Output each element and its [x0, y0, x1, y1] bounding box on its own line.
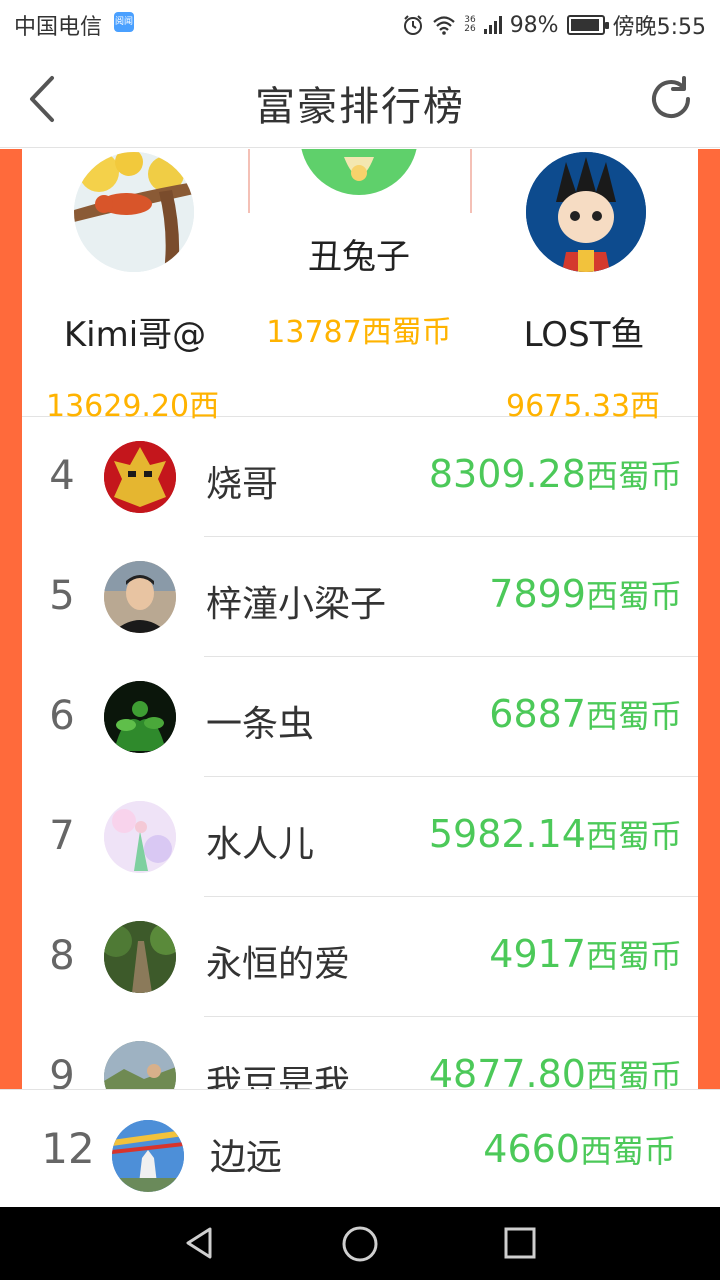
list-item[interactable]: 9 我豆是我 4877.80西蜀币	[22, 1017, 698, 1089]
nav-home-icon[interactable]	[341, 1225, 379, 1263]
forest-path-avatar-icon	[104, 921, 176, 993]
rank-number: 8	[49, 933, 75, 979]
man-photo-avatar-icon	[104, 561, 176, 633]
avatar[interactable]	[104, 561, 176, 633]
my-rank-number: 12	[41, 1124, 95, 1173]
podium-first-name: 丑兔子	[308, 237, 410, 277]
rank-number: 7	[49, 813, 75, 859]
ranking-panel: 丑兔子 13787西蜀币 Kimi哥@ 13629.20西 LOST鱼 9675…	[22, 149, 698, 1089]
frame-border-right	[698, 149, 720, 1089]
rank-number: 6	[49, 693, 75, 739]
avatar[interactable]	[104, 441, 176, 513]
status-bar: 中国电信 阅闻 36 26 98% 傍晚5:55	[0, 0, 720, 50]
user-name: 水人儿	[206, 824, 315, 865]
signal-icon	[483, 16, 502, 34]
avatar[interactable]	[104, 681, 176, 753]
avatar[interactable]	[104, 921, 176, 993]
avatar-third[interactable]	[526, 152, 646, 272]
alarm-icon	[404, 15, 423, 35]
avatar[interactable]	[104, 1041, 176, 1089]
list-item[interactable]: 4 烧哥 8309.28西蜀币	[22, 417, 698, 537]
refresh-icon[interactable]	[644, 72, 698, 126]
my-user-name: 边远	[210, 1137, 283, 1178]
list-item[interactable]: 5 梓潼小梁子 7899西蜀币	[22, 537, 698, 657]
coin-amount: 8309.28西蜀币	[428, 452, 682, 496]
avatar-second[interactable]	[74, 152, 194, 272]
coin-amount: 4917西蜀币	[489, 932, 682, 976]
battery-percent: 98%	[509, 12, 559, 38]
cartoon-warrior-icon	[526, 152, 646, 272]
nav-back-icon[interactable]	[182, 1225, 218, 1261]
plant-avatar-icon	[104, 681, 176, 753]
user-name: 烧哥	[206, 464, 279, 505]
coin-amount: 4877.80西蜀币	[428, 1052, 682, 1089]
system-nav-bar	[0, 1207, 720, 1280]
network-type-icon: 36 26	[464, 15, 476, 34]
podium-third-name: LOST鱼	[523, 315, 645, 355]
golden-mask-avatar-icon	[104, 441, 176, 513]
avatar-first[interactable]	[300, 149, 418, 195]
podium-divider	[248, 149, 250, 213]
podium-second-name: Kimi哥@	[63, 315, 207, 355]
battery-icon	[566, 15, 609, 35]
coin-amount: 6887西蜀币	[489, 692, 682, 736]
rabbit-avatar-icon	[344, 157, 374, 181]
my-coin-amount: 4660西蜀币	[483, 1127, 676, 1171]
status-right: 36 26 98% 傍晚5:55	[402, 9, 706, 41]
user-name: 我豆是我	[206, 1064, 351, 1089]
fairy-avatar-icon	[104, 801, 176, 873]
nav-recents-icon[interactable]	[503, 1225, 537, 1261]
news-app-icon: 阅闻	[114, 12, 134, 32]
carrier-label: 中国电信	[14, 15, 103, 40]
avatar[interactable]	[104, 801, 176, 873]
rank-number: 5	[49, 573, 75, 619]
user-name: 梓潼小梁子	[206, 584, 387, 625]
coin-amount: 5982.14西蜀币	[428, 812, 682, 856]
user-name: 一条虫	[206, 704, 315, 745]
frame-border-left	[0, 149, 22, 1089]
podium-first-amount: 13787西蜀币	[266, 315, 452, 350]
landscape-avatar-icon	[104, 1041, 176, 1089]
wifi-icon	[433, 16, 455, 35]
page-title: 富豪排行榜	[255, 84, 465, 130]
fox-on-branch-icon	[74, 152, 194, 272]
list-item[interactable]: 7 水人儿 5982.14西蜀币	[22, 777, 698, 897]
my-rank-bar[interactable]: 12 边远 4660西蜀币	[0, 1089, 720, 1207]
coin-amount: 7899西蜀币	[489, 572, 682, 616]
my-avatar[interactable]	[112, 1120, 184, 1192]
stupa-avatar-icon	[112, 1120, 184, 1192]
user-name: 永恒的爱	[206, 944, 351, 985]
podium-divider	[470, 149, 472, 213]
list-item[interactable]: 8 永恒的爱 4917西蜀币	[22, 897, 698, 1017]
status-time: 傍晚5:55	[612, 15, 706, 40]
rank-number: 4	[49, 453, 75, 499]
rank-number: 9	[49, 1053, 75, 1089]
list-item[interactable]: 6 一条虫 6887西蜀币	[22, 657, 698, 777]
header: 富豪排行榜	[0, 50, 720, 148]
podium: 丑兔子 13787西蜀币 Kimi哥@ 13629.20西 LOST鱼 9675…	[22, 149, 698, 424]
